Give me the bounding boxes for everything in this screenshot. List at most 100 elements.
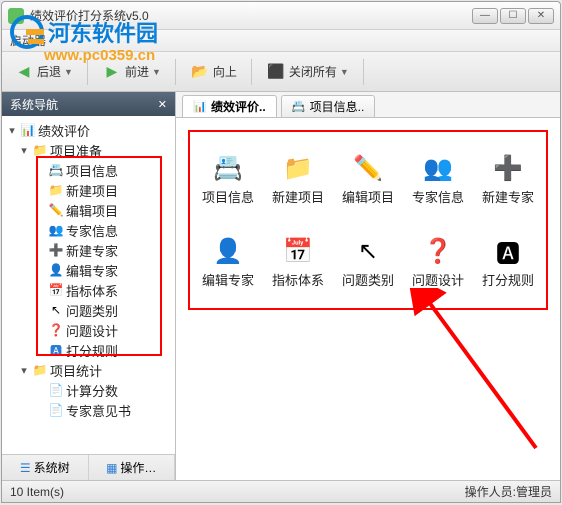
- item-icon: ❓: [421, 234, 455, 268]
- tab-ops[interactable]: ▦操作…: [89, 455, 176, 480]
- item-icon: 🅰: [491, 234, 525, 268]
- doc-icon: 📇: [292, 100, 306, 114]
- item-label: 新建专家: [482, 187, 534, 206]
- grid-item-3[interactable]: 👥 专家信息: [404, 140, 472, 217]
- toolbar: ◀ 后退 ▼ ▶ 前进 ▼ 📂 向上 ⬛ 关闭所有 ▼: [2, 52, 560, 92]
- app-icon: [8, 8, 24, 24]
- question-icon: ❓: [48, 322, 64, 338]
- item-label: 专家信息: [412, 187, 464, 206]
- tree-item[interactable]: ➕新建专家: [4, 240, 173, 260]
- item-label: 打分规则: [482, 270, 534, 289]
- forward-button[interactable]: ▶ 前进 ▼: [96, 58, 167, 86]
- tree-item[interactable]: ✏️编辑项目: [4, 200, 173, 220]
- doc-icon: 📇: [48, 162, 64, 178]
- main-area: 📊绩效评价.. 📇项目信息.. 📇 项目信息 📁 新建项目 ✏️ 编辑项目 👥 专家信息 ➕ 新建…: [176, 92, 560, 480]
- tree-prep[interactable]: ▾📁项目准备: [4, 140, 173, 160]
- separator: [87, 59, 88, 85]
- person-icon: 👤: [48, 262, 64, 278]
- tree-root[interactable]: ▾📊绩效评价: [4, 120, 173, 140]
- item-icon: 📇: [211, 151, 245, 185]
- item-icon: ➕: [491, 151, 525, 185]
- title-bar: 绩效评价打分系统v5.0 — ☐ ✕: [2, 2, 560, 30]
- tree-item[interactable]: 🅰打分规则: [4, 340, 173, 360]
- grid-item-7[interactable]: ↖问题类别: [334, 223, 402, 300]
- forward-icon: ▶: [102, 62, 122, 82]
- close-button[interactable]: ✕: [528, 8, 554, 24]
- sidebar: 系统导航 ✕ ▾📊绩效评价 ▾📁项目准备 📇项目信息 📁新建项目 ✏️编辑项目 …: [2, 92, 176, 480]
- menu-start[interactable]: 启动器: [10, 32, 46, 49]
- tree-item[interactable]: 👤编辑专家: [4, 260, 173, 280]
- item-icon: 📁: [281, 151, 315, 185]
- chevron-down-icon: ▼: [64, 67, 73, 77]
- tree-item[interactable]: ↖问题类别: [4, 300, 173, 320]
- calc-icon: 📄: [48, 382, 64, 398]
- sidebar-tabs: ☰系统树 ▦操作…: [2, 454, 175, 480]
- tree-item[interactable]: 📁新建项目: [4, 180, 173, 200]
- item-count: 10 Item(s): [10, 485, 64, 499]
- chart-icon: 📊: [193, 100, 207, 114]
- folder-icon: 📊: [20, 122, 36, 138]
- close-all-icon: ⬛: [266, 62, 286, 82]
- folder-icon: 📁: [32, 142, 48, 158]
- item-label: 编辑专家: [202, 270, 254, 289]
- window-title: 绩效评价打分系统v5.0: [30, 7, 472, 24]
- grid-item-2[interactable]: ✏️ 编辑项目: [334, 140, 402, 217]
- tree-icon: ☰: [20, 461, 31, 475]
- back-button[interactable]: ◀ 后退 ▼: [8, 58, 79, 86]
- calendar-icon: 📅: [48, 282, 64, 298]
- item-icon: 👤: [211, 234, 245, 268]
- grid-item-8[interactable]: ❓ 问题设计: [404, 223, 472, 300]
- grid-item-6[interactable]: 📅指标体系: [264, 223, 332, 300]
- item-icon: ✏️: [351, 151, 385, 185]
- tab-performance[interactable]: 📊绩效评价..: [182, 95, 277, 117]
- item-label: 编辑项目: [342, 187, 394, 206]
- icon-grid: 📇 项目信息 📁 新建项目 ✏️ 编辑项目 👥 专家信息 ➕ 新建专家 👤 编辑专家 📅指标体系↖问题类…: [188, 130, 548, 310]
- chevron-down-icon: ▼: [340, 67, 349, 77]
- grid-item-0[interactable]: 📇 项目信息: [194, 140, 262, 217]
- tree-item[interactable]: 📅指标体系: [4, 280, 173, 300]
- separator: [175, 59, 176, 85]
- up-label: 向上: [213, 63, 237, 80]
- sidebar-close-icon[interactable]: ✕: [158, 98, 167, 111]
- item-label: 项目信息: [202, 187, 254, 206]
- item-label: 问题设计: [412, 270, 464, 289]
- grid-item-9[interactable]: 🅰 打分规则: [474, 223, 542, 300]
- back-label: 后退: [37, 63, 61, 80]
- tree-item[interactable]: ❓问题设计: [4, 320, 173, 340]
- sidebar-title: 系统导航: [10, 96, 58, 113]
- tree-stats[interactable]: ▾📁项目统计: [4, 360, 173, 380]
- status-bar: 10 Item(s) 操作人员:管理员: [2, 480, 560, 502]
- grid-item-4[interactable]: ➕ 新建专家: [474, 140, 542, 217]
- folder-icon: 📁: [32, 362, 48, 378]
- item-label: 新建项目: [272, 187, 324, 206]
- close-all-label: 关闭所有: [289, 63, 337, 80]
- plus-icon: ➕: [48, 242, 64, 258]
- forward-label: 前进: [125, 63, 149, 80]
- item-icon: ↖: [351, 234, 385, 268]
- back-icon: ◀: [14, 62, 34, 82]
- maximize-button[interactable]: ☐: [500, 8, 526, 24]
- item-icon: 👥: [421, 151, 455, 185]
- up-icon: 📂: [190, 62, 210, 82]
- separator: [363, 59, 364, 85]
- item-icon: 📅: [281, 234, 315, 268]
- pointer-icon: ↖: [48, 302, 64, 318]
- tree-item[interactable]: 👥专家信息: [4, 220, 173, 240]
- tree-item[interactable]: 📇项目信息: [4, 160, 173, 180]
- up-button[interactable]: 📂 向上: [184, 58, 243, 86]
- grid-item-1[interactable]: 📁 新建项目: [264, 140, 332, 217]
- sidebar-header: 系统导航 ✕: [2, 92, 175, 116]
- canvas: 📇 项目信息 📁 新建项目 ✏️ 编辑项目 👥 专家信息 ➕ 新建专家 👤 编辑专家 📅指标体系↖问题类…: [176, 118, 560, 480]
- main-tabs: 📊绩效评价.. 📇项目信息..: [176, 92, 560, 118]
- tree-item[interactable]: 📄专家意见书: [4, 400, 173, 420]
- tab-project-info[interactable]: 📇项目信息..: [281, 95, 376, 117]
- people-icon: 👥: [48, 222, 64, 238]
- nav-tree: ▾📊绩效评价 ▾📁项目准备 📇项目信息 📁新建项目 ✏️编辑项目 👥专家信息 ➕…: [2, 116, 175, 454]
- chevron-down-icon: ▼: [152, 67, 161, 77]
- minimize-button[interactable]: —: [472, 8, 498, 24]
- close-all-button[interactable]: ⬛ 关闭所有 ▼: [260, 58, 355, 86]
- report-icon: 📄: [48, 402, 64, 418]
- tree-item[interactable]: 📄计算分数: [4, 380, 173, 400]
- grid-item-5[interactable]: 👤 编辑专家: [194, 223, 262, 300]
- tab-tree[interactable]: ☰系统树: [2, 455, 89, 480]
